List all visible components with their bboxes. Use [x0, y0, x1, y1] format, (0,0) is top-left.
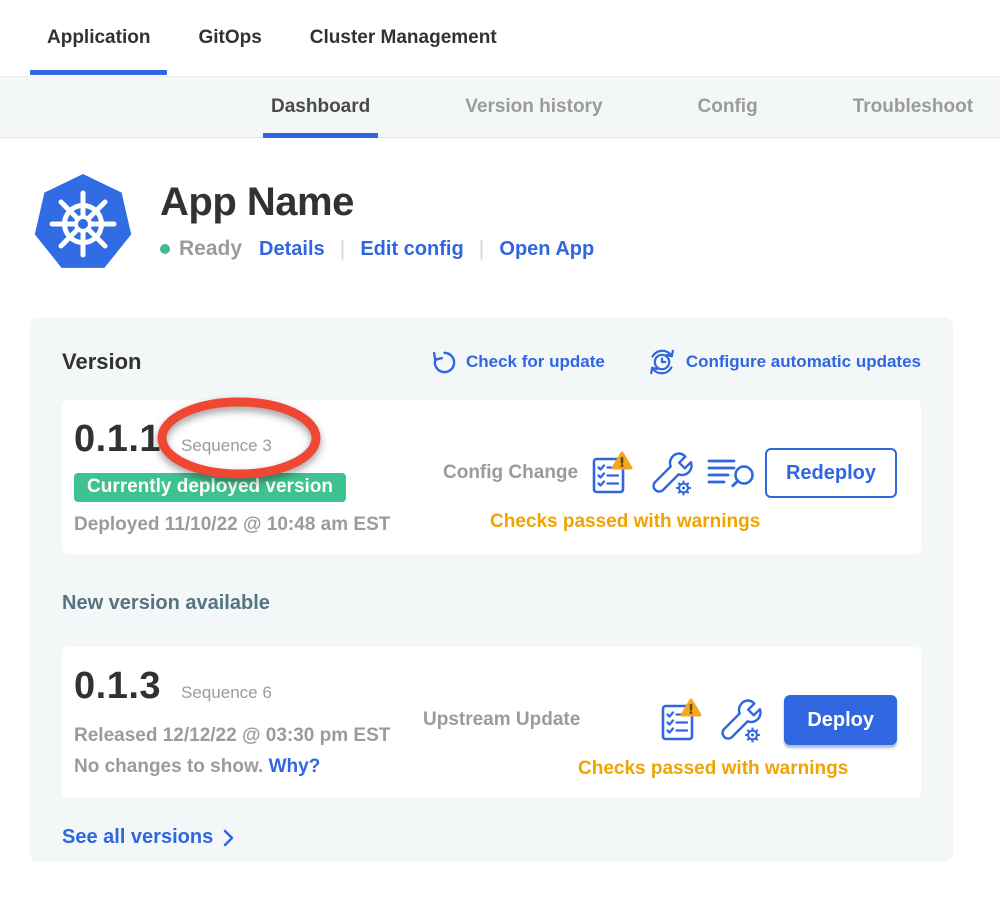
checks-warning-text: Checks passed with warnings: [578, 758, 897, 780]
checks-warning-text: Checks passed with warnings: [490, 511, 897, 533]
tab-config[interactable]: Config: [690, 77, 766, 137]
status-dot-icon: [160, 244, 170, 254]
see-all-versions-link[interactable]: See all versions: [62, 826, 921, 849]
kubernetes-logo-icon: [33, 173, 133, 273]
preflight-checks-icon[interactable]: [660, 697, 702, 743]
config-wrench-icon[interactable]: [716, 697, 762, 743]
version-panel: Version Check for update: [30, 318, 953, 862]
details-link[interactable]: Details: [259, 238, 325, 261]
why-link[interactable]: Why?: [269, 756, 321, 777]
new-version-heading: New version available: [62, 592, 921, 615]
tab-gitops[interactable]: GitOps: [181, 0, 278, 76]
currently-deployed-badge: Currently deployed version: [74, 473, 346, 502]
deploy-button[interactable]: Deploy: [784, 695, 897, 745]
tab-cluster-management[interactable]: Cluster Management: [293, 0, 514, 76]
see-all-versions-label: See all versions: [62, 826, 213, 849]
link-separator: |: [479, 236, 485, 262]
new-sequence-label: Sequence 6: [181, 683, 272, 703]
release-source-label: Upstream Update: [423, 709, 580, 731]
deployed-timestamp: Deployed 11/10/22 @ 10:48 am EST: [74, 514, 414, 536]
tab-application[interactable]: Application: [30, 0, 167, 76]
new-version-card: 0.1.3 Sequence 6 Released 12/12/22 @ 03:…: [62, 647, 921, 798]
released-timestamp: Released 12/12/22 @ 03:30 pm EST: [74, 725, 414, 747]
current-version-card: 0.1.1 Sequence 3 Currently deployed vers…: [62, 400, 921, 554]
config-wrench-icon[interactable]: [647, 450, 693, 496]
app-status-row: Ready Details | Edit config | Open App: [160, 236, 594, 262]
check-for-update-button[interactable]: Check for update: [432, 350, 605, 375]
link-separator: |: [340, 236, 346, 262]
chevron-right-icon: [222, 828, 235, 848]
version-panel-title: Version: [62, 349, 141, 375]
check-for-update-label: Check for update: [466, 352, 605, 372]
redeploy-button[interactable]: Redeploy: [765, 448, 897, 498]
tab-dashboard[interactable]: Dashboard: [263, 77, 378, 137]
tab-version-history[interactable]: Version history: [457, 77, 610, 137]
refresh-icon: [432, 350, 457, 375]
page-title: App Name: [160, 181, 594, 223]
current-sequence-label: Sequence 3: [181, 436, 272, 456]
preflight-checks-icon[interactable]: [591, 450, 633, 496]
current-version-number: 0.1.1: [74, 418, 161, 461]
app-subnav: Dashboard Version history Config Trouble…: [0, 76, 1000, 138]
primary-nav: Application GitOps Cluster Management: [0, 0, 1000, 76]
configure-automatic-updates-label: Configure automatic updates: [686, 352, 921, 372]
app-header: App Name Ready Details | Edit config | O…: [0, 138, 1000, 273]
auto-update-schedule-icon: [647, 348, 677, 376]
diff-view-icon[interactable]: [707, 455, 755, 491]
no-changes-text: No changes to show.: [74, 756, 263, 777]
tab-troubleshoot[interactable]: Troubleshoot: [845, 77, 981, 137]
edit-config-link[interactable]: Edit config: [360, 238, 463, 261]
new-version-number: 0.1.3: [74, 665, 161, 708]
open-app-link[interactable]: Open App: [499, 238, 594, 261]
configure-automatic-updates-button[interactable]: Configure automatic updates: [647, 348, 921, 376]
status-text: Ready: [179, 237, 242, 261]
release-source-label: Config Change: [443, 462, 578, 484]
